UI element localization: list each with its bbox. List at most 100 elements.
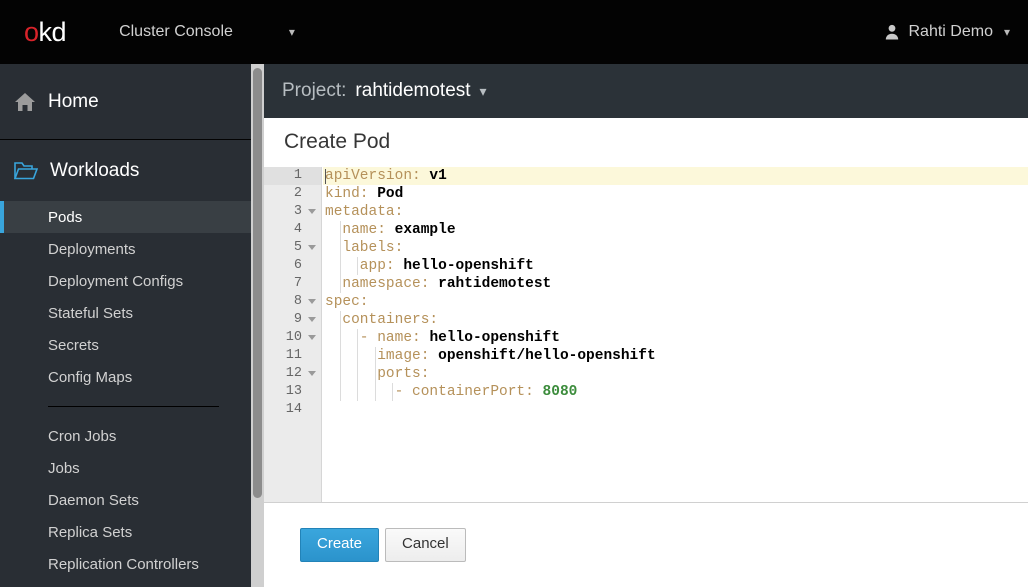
editor-code-line[interactable]: spec: xyxy=(323,293,1028,311)
sidebar-item-label: Replication Controllers xyxy=(48,555,199,573)
sidebar-item-stateful-sets[interactable]: Stateful Sets xyxy=(0,297,251,329)
line-number-value: 5 xyxy=(293,240,302,255)
indent-guide xyxy=(357,329,359,347)
fold-arrow-icon[interactable] xyxy=(308,299,316,304)
sidebar-item-home-label: Home xyxy=(48,90,99,112)
user-menu[interactable]: Rahti Demo ▾ xyxy=(885,0,1010,64)
editor-line-number: 3 xyxy=(264,203,321,221)
sidebar-item-label: Jobs xyxy=(48,459,80,477)
yaml-token: hello-openshift xyxy=(403,258,534,274)
fold-arrow-icon[interactable] xyxy=(308,317,316,322)
yaml-token xyxy=(534,384,543,400)
console-switcher[interactable]: Cluster Console ▾ xyxy=(119,23,295,41)
line-number-value: 4 xyxy=(293,222,302,237)
editor-code-line[interactable]: labels: xyxy=(323,239,1028,257)
fold-arrow-icon[interactable] xyxy=(308,209,316,214)
fold-arrow-icon[interactable] xyxy=(308,335,316,340)
editor-line-number: 8 xyxy=(264,293,321,311)
logo-kd: kd xyxy=(38,16,67,47)
editor-code-line[interactable]: - containerPort: 8080 xyxy=(323,383,1028,401)
sidebar-item-label: Secrets xyxy=(48,336,99,354)
masthead: okd Cluster Console ▾ Rahti Demo ▾ xyxy=(0,0,1028,64)
yaml-token xyxy=(429,276,438,292)
project-selector[interactable]: Project: rahtidemotest ▾ xyxy=(264,64,1028,118)
sidebar-item-daemon-sets[interactable]: Daemon Sets xyxy=(0,484,251,516)
yaml-token: containerPort: xyxy=(412,384,534,400)
sidebar-item-label: Deployments xyxy=(48,240,136,258)
sidebar-item-replication-controllers[interactable]: Replication Controllers xyxy=(0,548,251,580)
yaml-token xyxy=(429,348,438,364)
console-switcher-label: Cluster Console xyxy=(119,23,233,40)
sidebar-nav-group-primary: Pods Deployments Deployment Configs Statefu… xyxy=(0,201,251,393)
sidebar-item-label: Replica Sets xyxy=(48,523,133,541)
fold-arrow-icon[interactable] xyxy=(308,245,316,250)
cancel-button[interactable]: Cancel xyxy=(385,528,466,562)
chevron-down-icon: ▾ xyxy=(288,25,295,39)
create-button[interactable]: Create xyxy=(300,528,380,562)
editor-line-number: 10 xyxy=(264,329,321,347)
indent-guide xyxy=(357,257,359,275)
sidebar-item-pods[interactable]: Pods xyxy=(0,201,251,233)
yaml-token: name: xyxy=(325,222,386,238)
sidebar-scrollbar-thumb[interactable] xyxy=(253,68,262,498)
sidebar-item-label: Deployment Configs xyxy=(48,272,184,290)
sidebar-item-cron-jobs[interactable]: Cron Jobs xyxy=(0,420,251,452)
editor-line-number: 2 xyxy=(264,185,321,203)
form-actions: Create Cancel xyxy=(264,503,1028,587)
folder-icon xyxy=(14,162,38,180)
indent-guide xyxy=(374,347,376,365)
line-number-value: 8 xyxy=(293,294,302,309)
editor-code-line[interactable]: containers: xyxy=(323,311,1028,329)
fold-arrow-icon[interactable] xyxy=(308,371,316,376)
yaml-token: containers: xyxy=(325,312,439,328)
editor-line-number: 4 xyxy=(264,221,321,239)
line-number-value: 14 xyxy=(285,402,302,417)
sidebar-item-jobs[interactable]: Jobs xyxy=(0,452,251,484)
editor-code-line[interactable]: ports: xyxy=(323,365,1028,383)
editor-code-line[interactable]: image: openshift/hello-openshift xyxy=(323,347,1028,365)
yaml-token: metadata: xyxy=(325,204,404,220)
editor-code-line[interactable] xyxy=(323,401,1028,419)
editor-line-number: 14 xyxy=(264,401,321,419)
sidebar-item-replica-sets[interactable]: Replica Sets xyxy=(0,516,251,548)
sidebar-item-label: Pods xyxy=(48,208,83,226)
yaml-token: example xyxy=(394,222,456,238)
logo-o: o xyxy=(24,16,39,47)
indent-guide xyxy=(357,383,359,401)
okd-logo[interactable]: okd xyxy=(24,16,67,47)
editor-line-number: 7 xyxy=(264,275,321,293)
indent-guide xyxy=(340,221,341,239)
sidebar-item-deployment-configs[interactable]: Deployment Configs xyxy=(0,265,251,297)
editor-line-number: 13 xyxy=(264,383,321,401)
chevron-down-icon: ▾ xyxy=(1003,25,1010,39)
indent-guide xyxy=(340,311,341,329)
line-number-value: 6 xyxy=(293,258,302,273)
sidebar-item-secrets[interactable]: Secrets xyxy=(0,329,251,361)
editor-code-line[interactable]: namespace: rahtidemotest xyxy=(323,275,1028,293)
sidebar-item-label: Cron Jobs xyxy=(48,427,117,445)
editor-line-number: 9 xyxy=(264,311,321,329)
yaml-token xyxy=(369,186,378,202)
sidebar-nav-group-secondary: Cron Jobs Jobs Daemon Sets Replica Sets Repl… xyxy=(0,420,251,580)
editor-code-line[interactable]: name: example xyxy=(323,221,1028,239)
editor-code-line[interactable]: app: hello-openshift xyxy=(323,257,1028,275)
editor-code-area[interactable]: apiVersion: v1 kind: Pod metadata: name: e… xyxy=(323,167,1028,502)
yaml-editor[interactable]: 1 2 3 4 5 6 7 8 9 10 11 12 13 14 apiVersion: v1 kind: … xyxy=(264,167,1028,503)
yaml-token: spec: xyxy=(325,294,369,310)
sidebar-item-deployments[interactable]: Deployments xyxy=(0,233,251,265)
sidebar-item-config-maps[interactable]: Config Maps xyxy=(0,361,251,393)
sidebar-item-home[interactable]: Home xyxy=(0,64,251,140)
line-number-value: 11 xyxy=(285,348,302,363)
yaml-token: app: xyxy=(325,258,395,274)
editor-code-line[interactable]: metadata: xyxy=(323,203,1028,221)
editor-code-line[interactable]: kind: Pod xyxy=(323,185,1028,203)
yaml-token: hello-openshift xyxy=(429,330,560,346)
yaml-token: openshift/hello-openshift xyxy=(438,348,656,364)
sidebar-item-workloads[interactable]: Workloads xyxy=(0,140,251,201)
indent-guide xyxy=(357,347,359,365)
sidebar-item-label: Daemon Sets xyxy=(48,491,139,509)
indent-guide xyxy=(340,347,341,365)
editor-code-line[interactable]: - name: hello-openshift xyxy=(323,329,1028,347)
editor-code-line[interactable]: apiVersion: v1 xyxy=(323,167,1028,185)
editor-line-number: 12 xyxy=(264,365,321,383)
